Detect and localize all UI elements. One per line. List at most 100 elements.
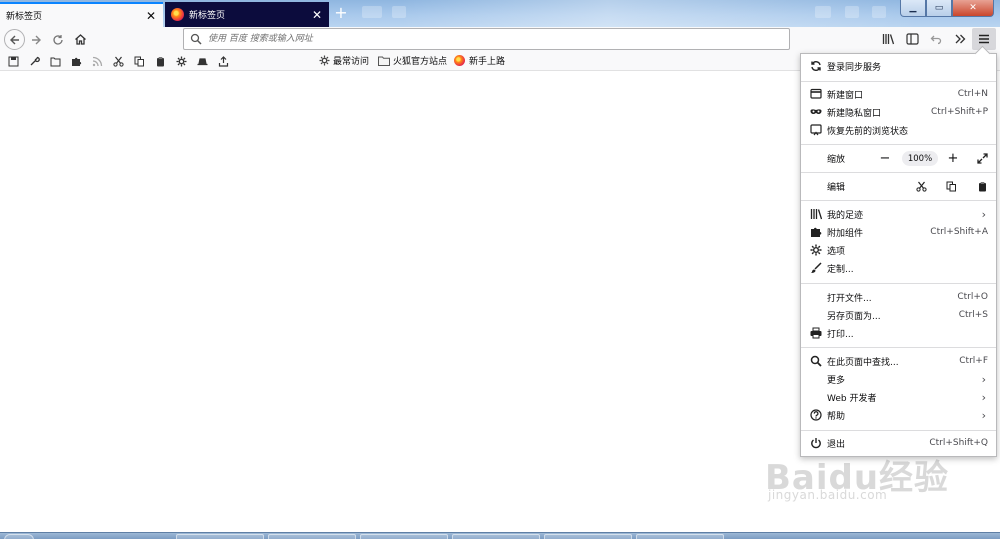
ghost-icon	[845, 6, 859, 18]
copy-icon	[134, 56, 144, 66]
tab-new-tab-active[interactable]: 新标签页 ✕	[0, 2, 163, 27]
zoom-in-button[interactable]: +	[944, 150, 962, 168]
taskbar-button[interactable]	[452, 534, 540, 540]
baidu-jingyan-watermark: Baidu经验 jingyan.baidu.com	[765, 450, 949, 502]
taskbar-button[interactable]	[636, 534, 724, 540]
undo-button[interactable]	[924, 28, 948, 50]
copy-button[interactable]	[942, 178, 960, 196]
url-input[interactable]	[208, 30, 789, 48]
hat-tool-button[interactable]	[192, 53, 213, 69]
start-button[interactable]	[4, 534, 34, 540]
copy-icon	[946, 181, 956, 192]
menu-item-quit[interactable]: 退出 Ctrl+Shift+Q	[801, 434, 996, 452]
menu-item-label: 新建窗口	[827, 90, 864, 101]
menu-item-restore-session[interactable]: 恢复先前的浏览状态	[801, 121, 996, 139]
menu-item-help[interactable]: 帮助 ›	[801, 406, 996, 424]
menu-item-library[interactable]: 我的足迹 ›	[801, 205, 996, 223]
home-button[interactable]	[69, 29, 91, 51]
close-tab-icon[interactable]: ✕	[310, 8, 324, 22]
menu-item-label: 退出	[827, 439, 846, 450]
bookmark-getting-started[interactable]: 新手上路	[454, 54, 505, 67]
zoom-out-button[interactable]: −	[876, 150, 894, 168]
cut-button[interactable]	[912, 178, 930, 196]
menu-item-label: Web 开发者	[827, 393, 877, 404]
upload-icon	[218, 55, 229, 67]
power-icon	[809, 437, 822, 450]
gear-icon	[809, 244, 822, 257]
close-tab-icon[interactable]: ✕	[144, 9, 158, 23]
menu-item-find[interactable]: 在此页面中查找... Ctrl+F	[801, 352, 996, 370]
paste-tool-button[interactable]	[150, 53, 171, 69]
menu-item-shortcut: Ctrl+S	[958, 310, 988, 320]
chevron-right-icon: ›	[981, 408, 986, 422]
menu-item-label: 附加组件	[827, 228, 864, 239]
menu-item-addons[interactable]: 附加组件 Ctrl+Shift+A	[801, 223, 996, 241]
window-close-button[interactable]: ✕	[952, 0, 994, 17]
forward-arrow-icon	[32, 35, 41, 44]
menu-item-shortcut: Ctrl+N	[957, 89, 988, 99]
settings-tool-button[interactable]	[171, 53, 192, 69]
addons-tool-button[interactable]	[66, 53, 87, 69]
overflow-button[interactable]	[948, 28, 972, 50]
nav-bar	[0, 27, 1000, 52]
menu-item-label: 定制...	[827, 264, 854, 275]
menu-item-private-window[interactable]: 新建隐私窗口 Ctrl+Shift+P	[801, 103, 996, 121]
library-button[interactable]	[876, 28, 900, 50]
wrench-tool-button[interactable]	[24, 53, 45, 69]
menu-divider	[801, 81, 996, 82]
chevron-right-icon: ›	[981, 390, 986, 404]
taskbar-button[interactable]	[360, 534, 448, 540]
menu-item-print[interactable]: 打印...	[801, 324, 996, 342]
folder-tool-button[interactable]	[45, 53, 66, 69]
menu-item-new-window[interactable]: 新建窗口 Ctrl+N	[801, 85, 996, 103]
forward-button[interactable]	[25, 29, 47, 51]
menu-item-web-developer[interactable]: Web 开发者 ›	[801, 388, 996, 406]
menu-item-customize[interactable]: 定制...	[801, 259, 996, 277]
ghost-icon	[815, 6, 831, 18]
cut-tool-button[interactable]	[108, 53, 129, 69]
undo-icon	[930, 35, 942, 45]
menu-item-shortcut: Ctrl+F	[959, 356, 988, 366]
sidebar-button[interactable]	[900, 28, 924, 50]
minimize-button[interactable]: ▁	[900, 0, 926, 17]
taskbar-button[interactable]	[268, 534, 356, 540]
hamburger-icon	[979, 34, 989, 44]
fullscreen-button[interactable]	[973, 150, 991, 168]
wrench-icon	[30, 56, 40, 65]
rss-tool-button[interactable]	[87, 53, 108, 69]
maximize-button[interactable]: ▭	[926, 0, 952, 17]
menu-divider	[801, 347, 996, 348]
menu-item-sync[interactable]: 登录同步服务	[801, 57, 996, 75]
paste-button[interactable]	[973, 178, 991, 196]
double-chevron-icon	[955, 34, 966, 44]
url-bar[interactable]	[183, 28, 790, 50]
main-menu-panel: 登录同步服务 新建窗口 Ctrl+N 新建隐私窗口 Ctrl+Shift+P 恢…	[800, 53, 997, 457]
clipboard-icon	[157, 56, 164, 66]
new-tab-button[interactable]: +	[331, 4, 351, 23]
tab-new-tab[interactable]: 新标签页 ✕	[165, 2, 329, 27]
reload-button[interactable]	[47, 29, 69, 51]
upload-tool-button[interactable]	[213, 53, 234, 69]
tab-label: 新标签页	[189, 11, 226, 21]
menu-item-label: 更多	[827, 375, 846, 386]
copy-tool-button[interactable]	[129, 53, 150, 69]
menu-item-open-file[interactable]: 打开文件... Ctrl+O	[801, 288, 996, 306]
zoom-reset-button[interactable]: 100%	[902, 151, 938, 166]
ghost-icon	[872, 6, 886, 18]
fullscreen-icon	[976, 153, 988, 164]
folder-icon	[378, 56, 390, 66]
puzzle-icon	[72, 57, 82, 66]
back-button[interactable]	[4, 29, 25, 50]
bookmark-firefox-sites[interactable]: 火狐官方站点	[378, 54, 447, 67]
watermark-url: jingyan.baidu.com	[768, 488, 888, 502]
menu-item-save-page[interactable]: 另存页面为... Ctrl+S	[801, 306, 996, 324]
menu-item-shortcut: Ctrl+Shift+A	[930, 227, 988, 237]
taskbar-button[interactable]	[176, 534, 264, 540]
taskbar-button[interactable]	[544, 534, 632, 540]
printer-icon	[809, 327, 822, 340]
menu-item-options[interactable]: 选项	[801, 241, 996, 259]
menu-item-more[interactable]: 更多 ›	[801, 370, 996, 388]
save-tool-button[interactable]	[3, 53, 24, 69]
edit-controls: 编辑	[801, 173, 996, 200]
bookmark-most-visited[interactable]: 最常访问	[319, 54, 369, 67]
